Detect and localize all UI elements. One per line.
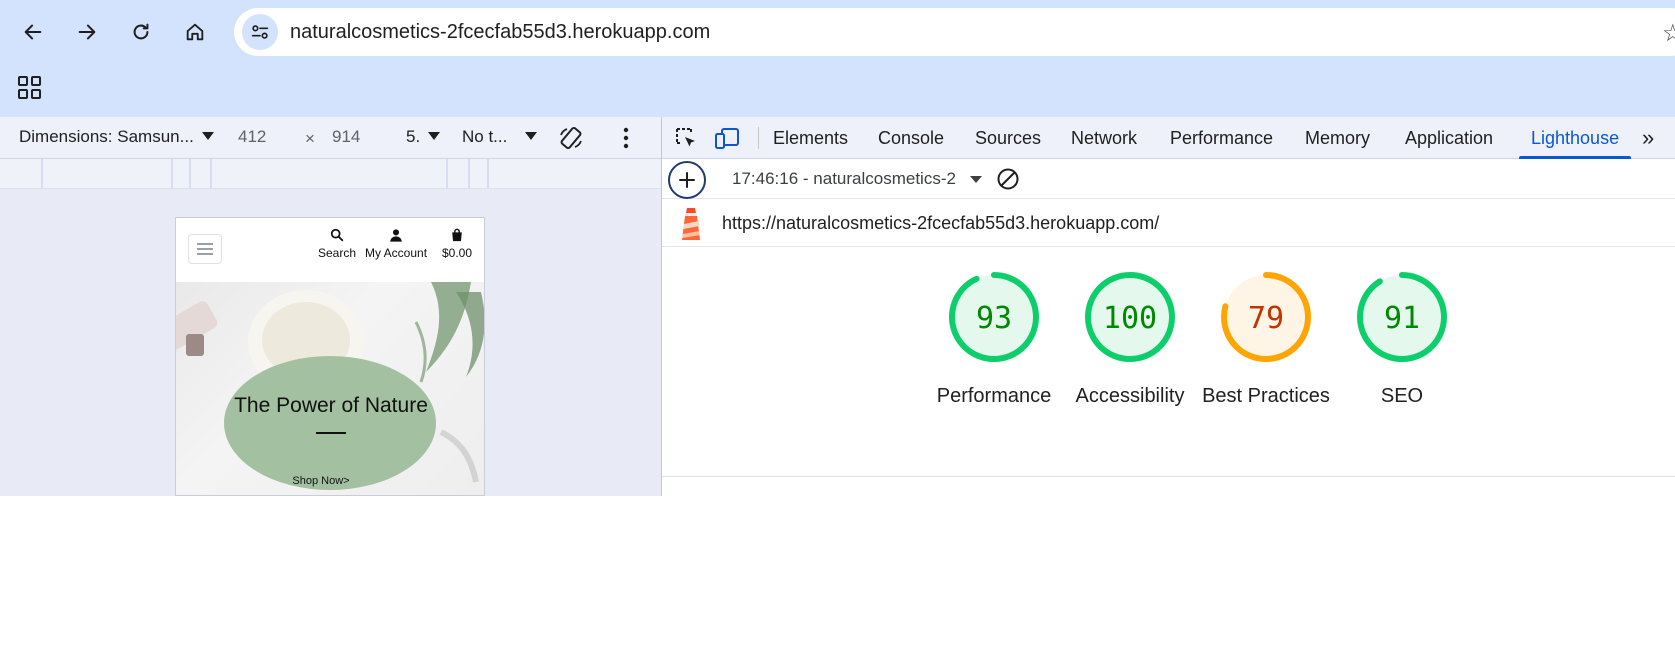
chevron-down-icon[interactable] (970, 176, 982, 183)
gauge-score: 93 (976, 301, 1012, 336)
hero-divider (316, 432, 346, 434)
dimensions-label: Dimensions: Samsun... (19, 127, 194, 146)
devtools-tab-bar: Elements Console Sources Network Perform… (662, 117, 1675, 159)
gauge-label: Accessibility (1075, 385, 1185, 407)
rotate-icon[interactable] (558, 125, 584, 156)
gauge-seo[interactable]: 91 SEO (1332, 267, 1472, 411)
device-toggle-icon[interactable] (714, 126, 740, 150)
gauge-accessibility[interactable]: 100 Accessibility (1060, 267, 1200, 411)
dimensions-select[interactable]: Dimensions: Samsun... (19, 127, 214, 147)
gauge-score: 100 (1103, 301, 1157, 336)
plus-icon (679, 172, 695, 188)
device-emulation-pane: Dimensions: Samsun... 412 × 914 5. No t.… (0, 117, 661, 496)
lighthouse-toolbar: 17:46:16 - naturalcosmetics-2 (662, 159, 1675, 199)
ruler-mark (41, 159, 43, 189)
zoom-select[interactable]: 5. (406, 127, 441, 147)
gauge-best-practices[interactable]: 79 Best Practices (1196, 267, 1336, 411)
user-icon (390, 229, 402, 242)
ruler-mark (487, 159, 489, 189)
ruler-mark (189, 159, 191, 189)
report-select[interactable]: 17:46:16 - naturalcosmetics-2 (732, 169, 962, 189)
bookmark-star-icon[interactable]: ☆ (1662, 19, 1675, 48)
gauge-score: 79 (1248, 301, 1284, 336)
more-vertical-icon[interactable] (622, 126, 630, 155)
home-icon[interactable] (175, 12, 215, 52)
chevron-down-icon (428, 132, 441, 140)
dimension-times: × (305, 129, 315, 148)
chevron-down-icon (525, 132, 538, 140)
tab-application[interactable]: Application (1405, 117, 1493, 159)
emulated-page: Search My Account $0.00 The Power of Nat… (175, 217, 485, 496)
gauge-ring: 79 (1221, 272, 1311, 362)
height-input[interactable]: 914 (326, 122, 396, 152)
apps-grid-icon[interactable] (14, 72, 46, 104)
gauge-performance[interactable]: 93 Performance (924, 267, 1064, 411)
hero-title: The Power of Nature (234, 394, 428, 417)
chevron-down-icon (201, 132, 214, 140)
more-tabs-icon[interactable]: » (1642, 117, 1654, 159)
width-input[interactable]: 412 (232, 122, 302, 152)
address-bar-url[interactable]: naturalcosmetics-2fcecfab55d3.herokuapp.… (290, 21, 710, 44)
browser-toolbar: naturalcosmetics-2fcecfab55d3.herokuapp.… (0, 0, 1675, 117)
report-url-row: https://naturalcosmetics-2fcecfab55d3.he… (662, 199, 1675, 247)
site-cart-link[interactable]: $0.00 (442, 228, 472, 260)
forward-arrow-icon[interactable] (67, 12, 107, 52)
reload-icon[interactable] (121, 12, 161, 52)
media-query-ruler[interactable] (0, 159, 661, 189)
device-toolbar: Dimensions: Samsun... 412 × 914 5. No t.… (0, 117, 661, 159)
tab-lighthouse[interactable]: Lighthouse (1518, 117, 1632, 159)
site-header: Search My Account $0.00 (176, 218, 484, 282)
site-cart-total: $0.00 (442, 246, 473, 260)
devtools-panel: Elements Console Sources Network Perform… (661, 117, 1675, 496)
site-search-link[interactable]: Search (318, 228, 356, 260)
lighthouse-logo-icon (678, 206, 704, 242)
hero-overlay (224, 356, 436, 490)
site-search-label: Search (318, 246, 357, 260)
shopping-bag-icon (452, 228, 462, 242)
site-account-label: My Account (365, 246, 428, 260)
site-info-icon[interactable] (242, 14, 278, 50)
tab-memory[interactable]: Memory (1305, 117, 1370, 159)
shop-now-link[interactable]: Shop Now> (176, 475, 466, 487)
ruler-mark (446, 159, 448, 189)
back-arrow-icon[interactable] (13, 12, 53, 52)
gauge-ring: 93 (949, 272, 1039, 362)
gauge-label: Performance (936, 385, 1052, 407)
tab-console[interactable]: Console (878, 117, 944, 159)
gauge-score: 91 (1384, 301, 1420, 336)
score-gauges: 93 Performance 100 Accessibility 79 Best Prac… (662, 247, 1675, 477)
tab-network[interactable]: Network (1071, 117, 1137, 159)
tab-performance[interactable]: Performance (1170, 117, 1273, 159)
ruler-mark (468, 159, 470, 189)
gauge-ring: 91 (1357, 272, 1447, 362)
zoom-label: 5. (406, 127, 421, 146)
tab-sources[interactable]: Sources (975, 117, 1041, 159)
search-icon (330, 228, 344, 242)
gauge-label: Best Practices (1202, 385, 1330, 407)
menu-toggle-button[interactable] (188, 234, 222, 264)
new-report-button[interactable] (668, 161, 706, 199)
address-bar[interactable]: naturalcosmetics-2fcecfab55d3.herokuapp.… (234, 8, 1675, 56)
ruler-mark (171, 159, 173, 189)
ruler-mark (210, 159, 212, 189)
report-url[interactable]: https://naturalcosmetics-2fcecfab55d3.he… (722, 213, 1159, 234)
gauge-label: SEO (1380, 385, 1424, 407)
site-account-link[interactable]: My Account (365, 228, 427, 260)
gauge-ring: 100 (1085, 272, 1175, 362)
throttle-select[interactable]: No t... (462, 127, 538, 147)
throttle-label: No t... (462, 127, 508, 146)
toolbar-divider (758, 127, 759, 149)
hero-banner: The Power of Nature Shop Now> (176, 282, 484, 495)
inspect-element-icon[interactable] (674, 126, 700, 150)
clear-reports-icon[interactable] (996, 167, 1020, 191)
tab-elements[interactable]: Elements (773, 117, 848, 159)
